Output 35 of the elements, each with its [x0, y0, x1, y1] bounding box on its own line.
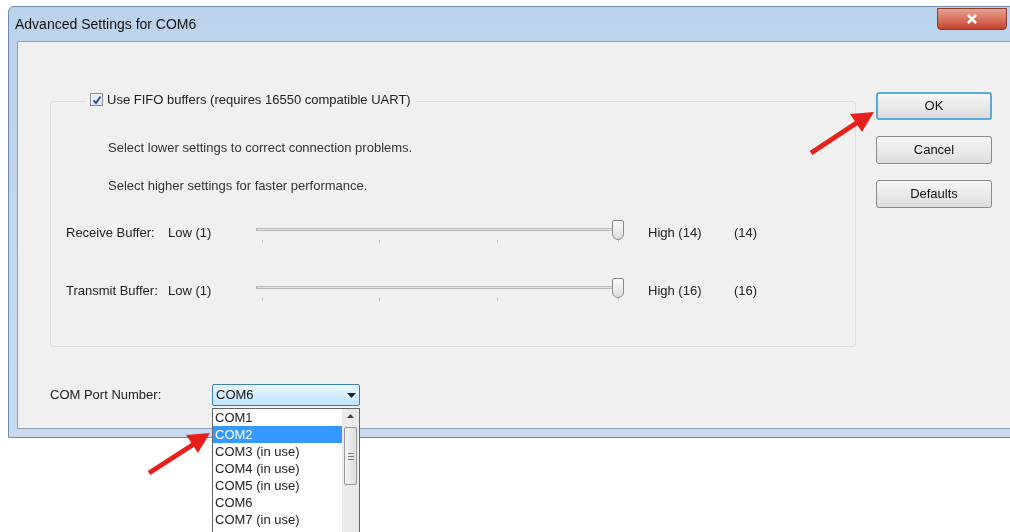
slider-value: (16) — [734, 282, 758, 301]
hint-text: Select higher settings for faster performance. — [108, 176, 369, 195]
port-option[interactable]: COM3 (in use) — [213, 443, 342, 460]
slider-thumb[interactable] — [612, 220, 624, 240]
dialog-button[interactable]: Cancel — [876, 136, 992, 164]
port-dropdown[interactable]: COM6 — [212, 384, 360, 406]
dialog-button[interactable]: Defaults — [876, 180, 992, 208]
close-icon — [966, 13, 978, 25]
scroll-up-icon — [347, 414, 354, 418]
port-option[interactable]: COM5 (in use) — [213, 477, 342, 494]
slider-thumb[interactable] — [612, 278, 624, 298]
slider-min-label: Low (1) — [168, 224, 213, 243]
caret-icon — [347, 392, 356, 398]
slider-label: Transmit Buffer: — [66, 282, 159, 301]
port-option[interactable]: COM4 (in use) — [213, 460, 342, 477]
slider-min-label: Low (1) — [168, 282, 213, 301]
fifo-checkbox[interactable] — [90, 93, 103, 107]
port-label: COM Port Number: — [50, 386, 163, 405]
slider-label: Receive Buffer: — [66, 224, 156, 243]
annotation-arrow — [146, 430, 212, 476]
port-option[interactable]: COM6 — [213, 494, 342, 511]
annotation-arrow — [808, 110, 876, 156]
dialog-button[interactable]: OK — [876, 92, 992, 120]
scrollbar[interactable] — [342, 409, 359, 532]
close-button[interactable] — [937, 8, 1007, 30]
slider-max-label: High (16) — [648, 282, 703, 301]
window-title: Advanced Settings for COM6 — [15, 14, 197, 34]
slider-value: (14) — [734, 224, 758, 243]
check-icon — [91, 94, 102, 105]
slider-max-label: High (14) — [648, 224, 703, 243]
scroll-thumb[interactable] — [344, 427, 357, 485]
port-option[interactable]: COM1 — [213, 409, 342, 426]
checkbox-label: Use FIFO buffers (requires 16550 compatible UART) — [107, 91, 411, 109]
port-option[interactable]: COM7 (in use) — [213, 511, 342, 528]
hint-text: Select lower settings to correct connection problems. — [108, 139, 414, 157]
